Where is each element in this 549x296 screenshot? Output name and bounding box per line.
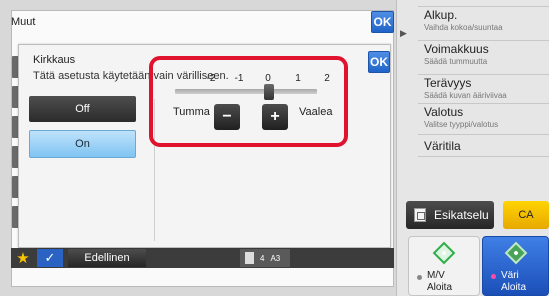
off-button[interactable]: Off (29, 96, 136, 122)
mono-start-button[interactable]: M/V Aloita (408, 236, 480, 296)
slider-tick-label: 0 (265, 73, 271, 84)
right-item-empty (418, 156, 549, 186)
right-item-title: Väritila (424, 139, 461, 153)
original-count-indicator: 4 A3 (240, 249, 290, 267)
start-icon (504, 241, 527, 265)
slider-tick-label: -2 (206, 73, 216, 84)
right-item-sharpness[interactable]: Terävyys Säädä kuvan ääriviivaa (418, 74, 549, 106)
slider-tick-label: 2 (324, 73, 330, 84)
right-item-subtitle: Valitse tyyppi/valotus (424, 120, 499, 129)
slider-light-label: Vaalea (299, 106, 333, 118)
slider-highlight-frame (149, 56, 348, 147)
right-item-original[interactable]: Alkup. Vaihda kokoa/suuntaa (418, 6, 549, 38)
on-button[interactable]: On (29, 130, 136, 158)
right-item-subtitle: Vaihda kokoa/suuntaa (424, 23, 503, 32)
start-icon (432, 241, 456, 265)
right-item-exposure[interactable]: Voimakkuus Säädä tummuutta (418, 40, 549, 72)
right-item-exposure-type[interactable]: Valotus Valitse tyyppi/valotus (418, 103, 549, 135)
expand-arrow-icon[interactable]: ▶ (400, 28, 407, 39)
slider-tick-label: 1 (295, 73, 301, 84)
slider-tick-label: -1 (234, 73, 244, 84)
preview-label: Esikatselu (434, 208, 489, 222)
color-start-mode: Väri (501, 270, 519, 281)
original-count: 4 (260, 253, 265, 263)
brightness-slider-thumb[interactable] (264, 84, 274, 100)
status-dot-icon (491, 274, 496, 279)
right-item-title: Valotus (424, 105, 464, 119)
page-icon (245, 252, 254, 264)
preview-icon (414, 208, 426, 222)
mono-start-label: Aloita (427, 282, 453, 293)
right-item-subtitle: Säädä kuvan ääriviivaa (424, 91, 507, 100)
brightness-slider-track[interactable] (175, 89, 317, 94)
brightness-dialog-title: Kirkkaus (33, 54, 76, 66)
other-dialog-ok-button[interactable]: OK (371, 11, 394, 33)
right-item-subtitle: Säädä tummuutta (424, 57, 488, 66)
increase-button[interactable]: + (262, 104, 288, 130)
color-start-label: Aloita (501, 282, 527, 293)
previous-button[interactable]: Edellinen (68, 249, 146, 267)
right-item-title: Terävyys (424, 76, 472, 90)
mono-start-mode: M/V (427, 270, 445, 281)
paper-size: A3 (270, 253, 281, 263)
right-item-title: Voimakkuus (424, 42, 489, 56)
status-dot-icon (417, 275, 422, 280)
brightness-ok-button[interactable]: OK (368, 51, 390, 73)
color-start-button[interactable]: Väri Aloita (482, 236, 549, 296)
favorite-star-icon[interactable]: ★ (13, 249, 33, 267)
checkmark-icon[interactable]: ✓ (37, 249, 63, 267)
decrease-button[interactable]: − (214, 104, 240, 130)
right-item-title: Alkup. (424, 8, 458, 22)
clear-all-button[interactable]: CA (503, 201, 549, 229)
other-dialog-title: Muut (11, 16, 36, 28)
slider-dark-label: Tumma (173, 106, 210, 118)
preview-button[interactable]: Esikatselu (406, 201, 494, 229)
